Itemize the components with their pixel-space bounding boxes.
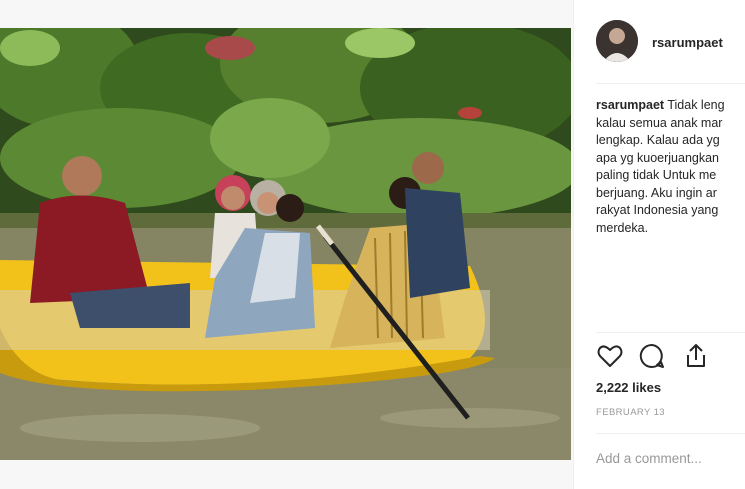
comment-bubble-icon[interactable] bbox=[638, 342, 666, 370]
caption-line: paling tidak Untuk me bbox=[596, 168, 717, 182]
add-comment-input[interactable]: Add a comment... bbox=[596, 451, 702, 466]
caption-line: apa yg kuoerjuangkan bbox=[596, 150, 720, 165]
post-date[interactable]: FEBRUARY 13 bbox=[596, 407, 665, 418]
actions-divider bbox=[596, 332, 745, 333]
header-username[interactable]: rsarumpaet bbox=[652, 35, 723, 50]
caption-line-1: rsarumpaet Tidak leng bbox=[596, 97, 745, 115]
post-side-panel: rsarumpaet • rsarumpaet Tidak leng kalau… bbox=[574, 0, 745, 489]
likes-count[interactable]: 2,222 likes bbox=[596, 380, 661, 395]
post-photo[interactable] bbox=[0, 28, 571, 460]
avatar[interactable] bbox=[596, 20, 638, 62]
caption-line: berjuang. Aku ingin ar bbox=[596, 185, 717, 200]
caption-line: rakyat Indonesia yang bbox=[596, 203, 719, 217]
action-bar bbox=[596, 342, 716, 372]
header-divider bbox=[596, 83, 745, 84]
caption-line: lengkap. Kalau ada yg bbox=[596, 133, 720, 147]
heart-icon[interactable] bbox=[596, 342, 624, 370]
caption: rsarumpaet Tidak leng kalau semua anak m… bbox=[596, 97, 745, 237]
share-icon[interactable] bbox=[682, 342, 710, 370]
boat-family-photo bbox=[0, 28, 571, 460]
comment-divider bbox=[596, 433, 745, 434]
post-header: rsarumpaet • bbox=[596, 20, 745, 64]
instagram-post: rsarumpaet • rsarumpaet Tidak leng kalau… bbox=[0, 0, 745, 489]
avatar-image bbox=[596, 20, 638, 62]
caption-line: merdeka. bbox=[596, 220, 649, 235]
caption-line: kalau semua anak mar bbox=[596, 115, 723, 130]
caption-username[interactable]: rsarumpaet bbox=[596, 98, 664, 112]
caption-text: Tidak leng bbox=[667, 98, 725, 112]
photo-area bbox=[0, 0, 573, 489]
